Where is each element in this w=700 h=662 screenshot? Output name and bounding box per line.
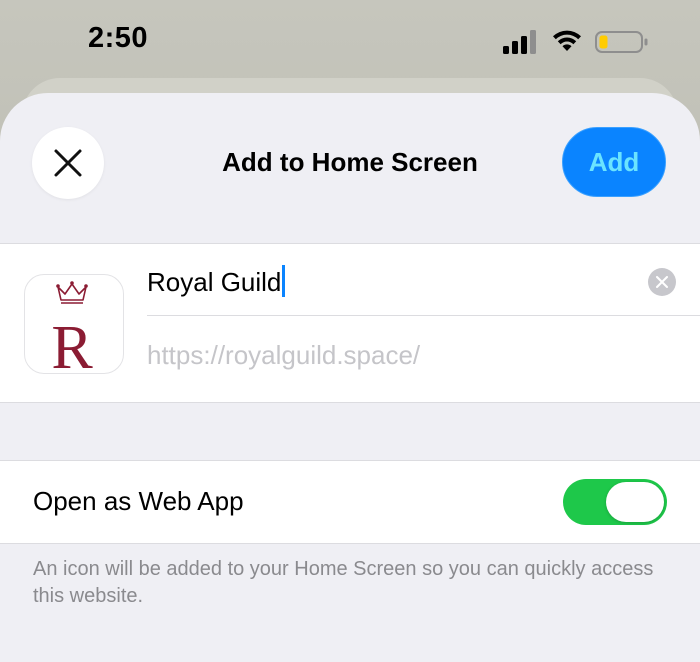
add-button[interactable]: Add xyxy=(562,127,666,197)
cellular-signal-icon xyxy=(503,30,536,54)
site-name-value: Royal Guild xyxy=(147,267,282,297)
text-caret xyxy=(282,265,286,297)
web-app-footnote: An icon will be added to your Home Scree… xyxy=(33,558,654,607)
status-time: 2:50 xyxy=(88,22,149,54)
battery-icon xyxy=(595,31,648,53)
web-app-setting-row: Open as Web App xyxy=(0,460,700,544)
field-divider xyxy=(147,315,700,316)
svg-text:R: R xyxy=(51,314,93,373)
crown-r-logo-icon: R xyxy=(51,281,93,373)
web-app-toggle[interactable] xyxy=(563,479,667,525)
site-url: https://royalguild.space/ xyxy=(147,340,421,370)
status-bar: 2:50 xyxy=(0,0,700,80)
site-info-card: R Royal Guild https://royalguild.space/ xyxy=(0,243,700,403)
close-icon xyxy=(54,149,82,177)
site-app-icon: R xyxy=(24,274,124,374)
wifi-icon xyxy=(553,30,581,51)
clear-text-button[interactable] xyxy=(648,268,676,296)
site-name-input[interactable]: Royal Guild xyxy=(147,262,637,302)
sheet-title: Add to Home Screen xyxy=(222,147,478,177)
add-to-home-sheet: Add to Home Screen Add R Royal Guild htt… xyxy=(0,93,700,662)
web-app-label: Open as Web App xyxy=(33,486,244,516)
close-button[interactable] xyxy=(32,127,104,199)
toggle-knob xyxy=(606,482,664,522)
clear-icon xyxy=(656,276,668,288)
